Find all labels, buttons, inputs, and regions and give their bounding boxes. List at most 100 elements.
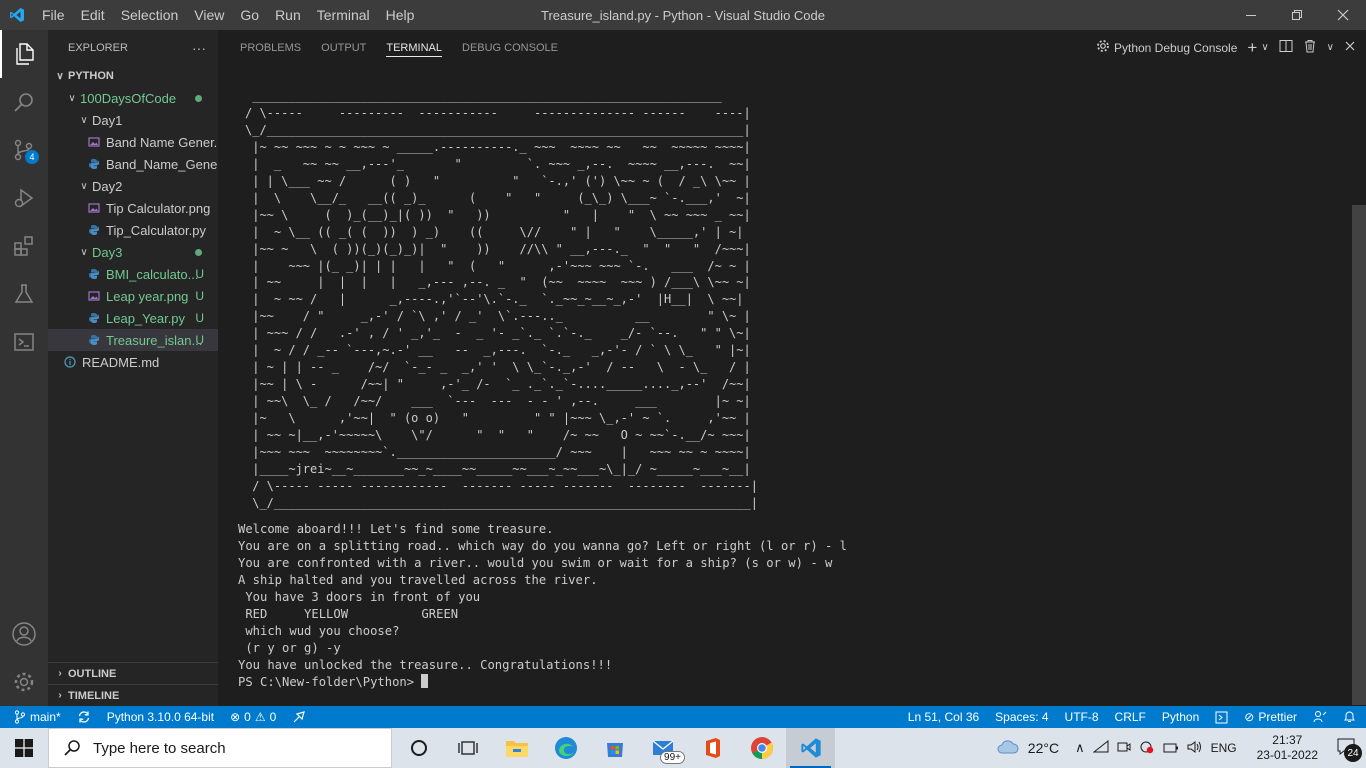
menu-help[interactable]: Help [378, 0, 423, 30]
folder-item[interactable]: ∨ Day2 [48, 175, 218, 197]
file-item[interactable]: Band_Name_Gener... [48, 153, 218, 175]
explorer-icon[interactable] [0, 30, 48, 78]
terminal-output[interactable]: ________________________________________… [238, 88, 1348, 706]
clock[interactable]: 21:37 23-01-2022 [1257, 733, 1318, 763]
file-item[interactable]: Leap year.png U [48, 285, 218, 307]
chrome-icon[interactable] [737, 728, 786, 768]
taskbar-search[interactable]: Type here to search [48, 728, 392, 768]
extensions-icon[interactable] [0, 222, 48, 270]
problems-indicator[interactable]: ⊗ 0 ⚠ 0 [222, 710, 284, 724]
edge-browser-icon[interactable] [541, 728, 590, 768]
file-item[interactable]: Tip Calculator.png [48, 197, 218, 219]
file-item[interactable]: Band Name Gener... [48, 131, 218, 153]
tree-item-label: Day3 [92, 244, 123, 260]
task-view-icon[interactable] [443, 728, 492, 768]
restore-button[interactable] [1274, 0, 1320, 30]
wifi-icon[interactable] [1092, 739, 1109, 757]
menu-terminal[interactable]: Terminal [309, 0, 378, 30]
file-explorer-icon[interactable] [492, 728, 541, 768]
microsoft-store-icon[interactable] [590, 728, 639, 768]
input-language[interactable]: ENG [1211, 741, 1237, 755]
file-item[interactable]: Leap_Year.py U [48, 307, 218, 329]
battery-icon[interactable] [1163, 741, 1179, 756]
indentation[interactable]: Spaces: 4 [987, 710, 1056, 724]
menu-run[interactable]: Run [267, 0, 309, 30]
run-debug-icon[interactable] [0, 174, 48, 222]
terminal-line: A ship halted and you travelled across t… [238, 572, 598, 587]
folder-item[interactable]: ∨ Day3 [48, 241, 218, 263]
encoding[interactable]: UTF-8 [1057, 710, 1107, 724]
sync-icon[interactable] [69, 710, 99, 724]
bell-icon[interactable] [1335, 710, 1366, 724]
search-icon[interactable] [0, 78, 48, 126]
menu-edit[interactable]: Edit [73, 0, 113, 30]
chevron-up-icon[interactable]: ∨ [1327, 42, 1334, 53]
workspace-root[interactable]: ∨ PYTHON [48, 65, 218, 87]
output-icon[interactable] [1207, 711, 1236, 724]
mail-icon[interactable]: 99+ [639, 728, 688, 768]
close-panel-icon[interactable] [1344, 40, 1356, 55]
tab-debug-console[interactable]: DEBUG CONSOLE [452, 30, 568, 65]
tree-item-label: Tip Calculator.png [106, 200, 211, 216]
tree-item-label: Tip_Calculator.py [106, 222, 206, 238]
chevron-up-icon[interactable]: ∧ [1075, 740, 1085, 756]
clock-date: 23-01-2022 [1256, 748, 1318, 762]
explorer-title: EXPLORER [68, 41, 128, 54]
prettier-status[interactable]: ⊘ Prettier [1236, 710, 1305, 724]
source-control-icon[interactable]: 4 [0, 126, 48, 174]
tab-terminal[interactable]: TERMINAL [376, 30, 452, 65]
error-icon: ⊗ [230, 710, 241, 724]
terminal-selector[interactable]: Python Debug Console [1114, 41, 1237, 55]
folder-item[interactable]: ∨ 100DaysOfCode [48, 87, 218, 109]
file-item[interactable]: Treasure_islan... U [48, 329, 218, 351]
windows-start-icon[interactable] [0, 728, 48, 768]
chevron-down-icon: ∨ [80, 246, 88, 258]
split-terminal-icon[interactable] [1279, 39, 1293, 56]
notification-center-icon[interactable]: 24 [1336, 737, 1362, 762]
git-branch[interactable]: main* [0, 710, 69, 724]
menu-go[interactable]: Go [232, 0, 267, 30]
folder-item[interactable]: ∨ Day1 [48, 109, 218, 131]
temperature[interactable]: 22°C [1028, 740, 1059, 756]
account-icon[interactable] [0, 610, 48, 658]
end-of-line[interactable]: CRLF [1107, 710, 1154, 724]
meet-now-icon[interactable] [1117, 740, 1131, 757]
more-actions-icon[interactable]: ··· [192, 40, 206, 56]
terminal-scrollbar[interactable] [1352, 205, 1366, 705]
outline-section[interactable]: › OUTLINE [48, 662, 218, 684]
menu-selection[interactable]: Selection [113, 0, 187, 30]
menu-view[interactable]: View [186, 0, 232, 30]
office-icon[interactable] [688, 728, 737, 768]
weather-cloud-icon[interactable] [996, 739, 1020, 758]
new-terminal-icon[interactable]: + [1247, 38, 1257, 58]
volume-icon[interactable] [1187, 740, 1203, 757]
file-item[interactable]: BMI_calculato... U [48, 263, 218, 285]
timeline-section[interactable]: › TIMELINE [48, 684, 218, 706]
testing-icon[interactable] [0, 270, 48, 318]
terminal-line: You have 3 doors in front of you [238, 589, 481, 604]
python-file-icon [89, 269, 99, 279]
file-item[interactable]: README.md [48, 351, 218, 373]
explorer-sidebar: EXPLORER ··· ∨ PYTHON ∨ 100DaysOfCode ∨ Day… [48, 30, 218, 706]
trash-icon[interactable] [1303, 39, 1317, 56]
minimize-button[interactable] [1228, 0, 1274, 30]
close-button[interactable] [1320, 0, 1366, 30]
menu-file[interactable]: File [34, 0, 73, 30]
python-interpreter[interactable]: Python 3.10.0 64-bit [99, 710, 222, 724]
warning-count: 0 [269, 710, 277, 724]
network-warning-icon[interactable] [1139, 740, 1155, 757]
language-mode[interactable]: Python [1154, 710, 1207, 724]
tab-output[interactable]: OUTPUT [311, 30, 376, 65]
remote-explorer-icon[interactable] [0, 318, 48, 366]
live-share-icon[interactable] [284, 710, 314, 724]
cursor-position[interactable]: Ln 51, Col 36 [900, 710, 987, 724]
chevron-down-icon[interactable]: ∨ [1261, 42, 1268, 53]
title-bar: File Edit Selection View Go Run Terminal… [0, 0, 1366, 30]
feedback-icon[interactable] [1305, 710, 1335, 724]
settings-gear-icon[interactable] [0, 658, 48, 706]
tab-problems[interactable]: PROBLEMS [230, 30, 311, 65]
untracked-badge: U [195, 311, 204, 325]
vscode-taskbar-icon[interactable] [786, 728, 835, 768]
cortana-icon[interactable] [394, 728, 443, 768]
file-item[interactable]: Tip_Calculator.py [48, 219, 218, 241]
